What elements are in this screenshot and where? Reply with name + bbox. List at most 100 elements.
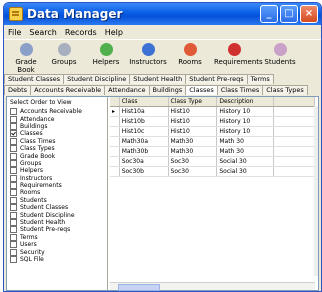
view-option-students[interactable]: Students	[7, 196, 107, 204]
toolbar-button-grade-book[interactable]: Grade Book	[6, 42, 46, 74]
tab-class-times[interactable]: Class Times	[216, 85, 264, 95]
checkbox[interactable]	[10, 204, 17, 212]
view-option-student-health[interactable]: Student Health	[7, 219, 107, 227]
column-header[interactable]: Class Type	[169, 97, 218, 106]
tab-debts[interactable]: Debts	[4, 85, 32, 95]
toolbar-button-students[interactable]: Students	[260, 42, 300, 72]
table-cell[interactable]	[274, 107, 315, 116]
checkbox[interactable]	[10, 256, 17, 263]
view-option-requirements[interactable]: Requirements	[7, 182, 107, 190]
maximize-button[interactable]: □	[280, 5, 298, 23]
checkbox[interactable]	[10, 137, 17, 145]
column-header[interactable]: Description	[217, 97, 274, 106]
table-cell[interactable]: Hist10c	[120, 127, 169, 136]
table-cell[interactable]: Math30b	[120, 147, 169, 156]
row-selector[interactable]	[110, 157, 120, 166]
table-row[interactable]: Math30a Math30 Math 30	[110, 137, 315, 147]
checkbox[interactable]	[10, 233, 17, 241]
tab-attendance[interactable]: Attendance	[104, 85, 150, 95]
table-cell[interactable]: Hist10a	[120, 107, 169, 116]
table-cell[interactable]	[274, 117, 315, 126]
table-cell[interactable]: Math30a	[120, 137, 169, 146]
table-cell[interactable]: Math 30	[217, 147, 274, 156]
table-row[interactable]: Soc30b Soc30 Social 30	[110, 167, 315, 177]
toolbar-button-instructors[interactable]: Instructors	[128, 42, 168, 72]
table-cell[interactable]	[274, 147, 315, 156]
vertical-scrollbar[interactable]	[314, 106, 318, 276]
view-option-security[interactable]: Security	[7, 248, 107, 256]
table-cell[interactable]: Hist10	[169, 117, 218, 126]
tab-classes[interactable]: Classes	[185, 85, 218, 95]
checkbox[interactable]	[10, 248, 17, 256]
view-option-buildings[interactable]: Buildings	[7, 122, 107, 130]
table-cell[interactable]	[274, 157, 315, 166]
checkbox[interactable]	[10, 189, 17, 197]
table-cell[interactable]: Soc30b	[120, 167, 169, 176]
view-option-users[interactable]: Users	[7, 241, 107, 249]
row-selector[interactable]	[110, 127, 120, 136]
menu-file[interactable]: File	[4, 28, 25, 37]
table-cell[interactable]: History 10	[217, 127, 274, 136]
checkbox[interactable]	[10, 167, 17, 175]
checkbox[interactable]	[10, 152, 17, 160]
table-cell[interactable]	[274, 127, 315, 136]
table-cell[interactable]	[274, 137, 315, 146]
view-option-terms[interactable]: Terms	[7, 233, 107, 241]
column-header[interactable]	[110, 97, 120, 106]
view-option-grade-book[interactable]: Grade Book	[7, 152, 107, 160]
table-cell[interactable]: Hist10	[169, 127, 218, 136]
table-cell[interactable]: Math 30	[217, 137, 274, 146]
table-cell[interactable]: Social 30	[217, 157, 274, 166]
checkbox[interactable]	[10, 108, 17, 116]
view-option-groups[interactable]: Groups	[7, 159, 107, 167]
checkbox[interactable]	[10, 211, 17, 219]
row-selector[interactable]	[110, 137, 120, 146]
table-cell[interactable]: Hist10b	[120, 117, 169, 126]
table-row[interactable]: ▸ Hist10a Hist10 History 10	[110, 107, 315, 117]
tab-student-pre-reqs[interactable]: Student Pre-reqs	[185, 74, 248, 84]
row-selector[interactable]: ▸	[110, 107, 120, 116]
tab-terms[interactable]: Terms	[246, 74, 274, 84]
checkbox[interactable]	[10, 122, 17, 130]
view-option-rooms[interactable]: Rooms	[7, 189, 107, 197]
tab-buildings[interactable]: Buildings	[148, 85, 187, 95]
table-row[interactable]: Hist10b Hist10 History 10	[110, 117, 315, 127]
tab-student-classes[interactable]: Student Classes	[4, 74, 65, 84]
checkbox[interactable]	[10, 115, 17, 123]
table-row[interactable]: Soc30a Soc30 Social 30	[110, 157, 315, 167]
view-option-accounts-receivable[interactable]: Accounts Receivable	[7, 108, 107, 116]
menu-help[interactable]: Help	[101, 28, 127, 37]
view-option-classes[interactable]: Classes	[7, 130, 107, 138]
view-option-student-classes[interactable]: Student Classes	[7, 204, 107, 212]
toolbar-button-groups[interactable]: Groups	[44, 42, 84, 72]
view-option-student-discipline[interactable]: Student Discipline	[7, 211, 107, 219]
checkbox[interactable]	[10, 182, 17, 190]
tab-class-types[interactable]: Class Types	[262, 85, 308, 95]
view-option-instructors[interactable]: Instructors	[7, 174, 107, 182]
table-cell[interactable]: Soc30	[169, 167, 218, 176]
column-header[interactable]: Class	[120, 97, 169, 106]
table-cell[interactable]: Soc30	[169, 157, 218, 166]
checkbox[interactable]	[10, 226, 17, 234]
checkbox[interactable]	[10, 196, 17, 204]
toolbar-button-rooms[interactable]: Rooms	[170, 42, 210, 72]
menu-records[interactable]: Records	[61, 28, 101, 37]
menu-search[interactable]: Search	[25, 28, 60, 37]
view-option-helpers[interactable]: Helpers	[7, 167, 107, 175]
close-button[interactable]: ×	[300, 5, 318, 23]
table-cell[interactable]: Math30	[169, 147, 218, 156]
row-selector[interactable]	[110, 147, 120, 156]
checkbox[interactable]	[10, 174, 17, 182]
minimize-button[interactable]: _	[260, 5, 278, 23]
table-cell[interactable]: History 10	[217, 107, 274, 116]
table-cell[interactable]: History 10	[217, 117, 274, 126]
checkbox[interactable]	[10, 241, 17, 249]
table-cell[interactable]: Hist10	[169, 107, 218, 116]
row-selector[interactable]	[110, 167, 120, 176]
toolbar-button-requirements[interactable]: Requirements	[214, 42, 263, 72]
table-cell[interactable]: Soc30a	[120, 157, 169, 166]
checkbox[interactable]	[10, 130, 17, 138]
view-option-class-types[interactable]: Class Types	[7, 145, 107, 153]
view-option-attendance[interactable]: Attendance	[7, 115, 107, 123]
checkbox[interactable]	[10, 145, 17, 153]
